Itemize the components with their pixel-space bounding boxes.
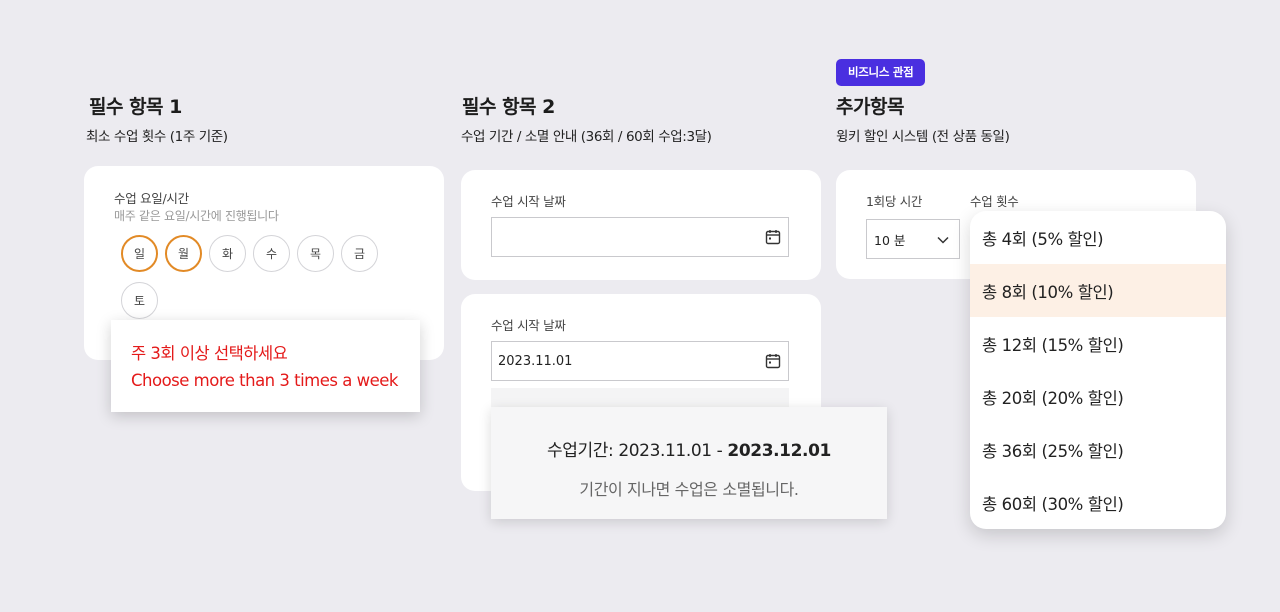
section1-subtitle: 최소 수업 횟수 (1주 기준) xyxy=(86,129,228,145)
day-mon[interactable]: 월 xyxy=(165,235,202,272)
period-note: 기간이 지나면 수업은 소멸됩니다. xyxy=(579,480,799,499)
option-36-lessons[interactable]: 총 36회 (25% 할인) xyxy=(970,423,1226,476)
weekday-field-label: 수업 요일/시간 xyxy=(114,191,189,206)
weekday-field-hint: 매주 같은 요일/시간에 진행됩니다 xyxy=(114,209,279,223)
start-date-label: 수업 시작 날짜 xyxy=(491,194,566,209)
day-wed[interactable]: 수 xyxy=(253,235,290,272)
day-thu[interactable]: 목 xyxy=(297,235,334,272)
section2-subtitle: 수업 기간 / 소멸 안내 (36회 / 60회 수업:3달) xyxy=(461,129,712,145)
start-date-label: 수업 시작 날짜 xyxy=(491,318,566,333)
section1-title: 필수 항목 1 xyxy=(89,96,182,118)
option-60-lessons[interactable]: 총 60회 (30% 할인) xyxy=(970,476,1226,529)
period-end: 2023.12.01 xyxy=(727,441,831,461)
start-date-card-empty: 수업 시작 날짜 xyxy=(461,170,821,280)
calendar-icon[interactable] xyxy=(764,228,782,246)
section2-title: 필수 항목 2 xyxy=(462,96,555,118)
date-picker-strip xyxy=(491,388,789,408)
start-date-input-empty[interactable] xyxy=(491,217,789,257)
day-sat[interactable]: 토 xyxy=(121,282,158,319)
start-date-input-filled[interactable]: 2023.11.01 xyxy=(491,341,789,381)
business-badge: 비즈니스 관점 xyxy=(836,59,926,86)
start-date-value: 2023.11.01 xyxy=(498,353,573,369)
section3-title: 추가항목 xyxy=(836,96,904,118)
duration-select[interactable]: 10 분 xyxy=(866,219,960,259)
error-tooltip: 주 3회 이상 선택하세요 Choose more than 3 times a… xyxy=(111,320,420,412)
duration-label: 1회당 시간 xyxy=(866,194,923,209)
error-message-en: Choose more than 3 times a week xyxy=(131,371,398,390)
option-4-lessons[interactable]: 총 4회 (5% 할인) xyxy=(970,211,1226,264)
period-info-box: 수업기간: 2023.11.01 - 2023.12.01 기간이 지나면 수업… xyxy=(491,407,887,519)
lesson-count-dropdown: 총 4회 (5% 할인) 총 8회 (10% 할인) 총 12회 (15% 할인… xyxy=(970,211,1226,529)
section3-subtitle: 윙키 할인 시스템 (전 상품 동일) xyxy=(836,129,1010,145)
calendar-icon[interactable] xyxy=(764,352,782,370)
option-12-lessons[interactable]: 총 12회 (15% 할인) xyxy=(970,317,1226,370)
option-20-lessons[interactable]: 총 20회 (20% 할인) xyxy=(970,370,1226,423)
period-start: 수업기간: 2023.11.01 - xyxy=(547,441,728,461)
option-8-lessons[interactable]: 총 8회 (10% 할인) xyxy=(970,264,1226,317)
day-tue[interactable]: 화 xyxy=(209,235,246,272)
day-sun[interactable]: 일 xyxy=(121,235,158,272)
period-text: 수업기간: 2023.11.01 - 2023.12.01 xyxy=(491,436,887,461)
day-fri[interactable]: 금 xyxy=(341,235,378,272)
lesson-count-label: 수업 횟수 xyxy=(970,194,1019,209)
duration-value: 10 분 xyxy=(874,232,906,248)
chevron-down-icon xyxy=(937,232,949,247)
error-message-ko: 주 3회 이상 선택하세요 xyxy=(131,344,288,363)
